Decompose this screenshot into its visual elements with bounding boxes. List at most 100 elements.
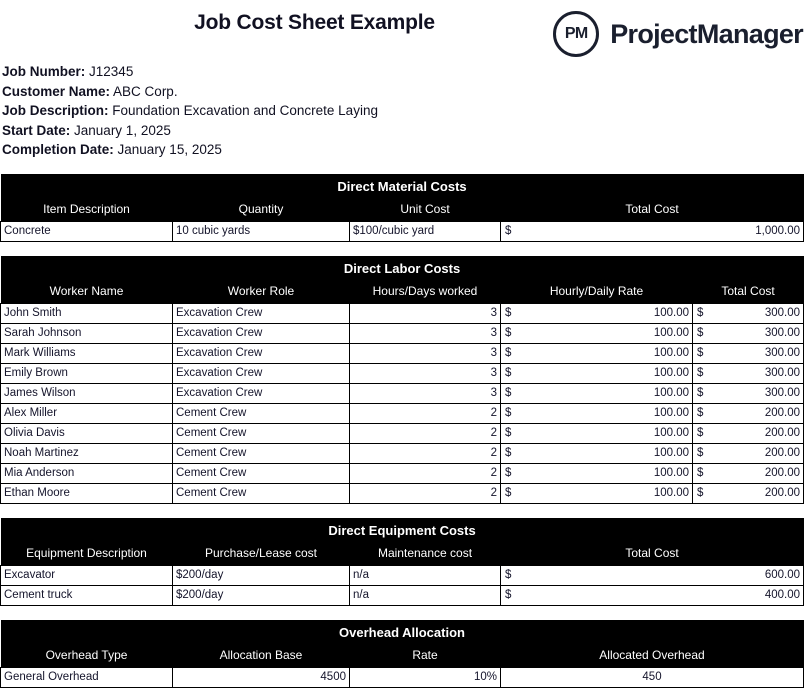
meta-value: January 15, 2025 (117, 142, 222, 157)
cell-total-cost[interactable]: 200.00 (691, 422, 805, 444)
cell-allocation-base[interactable]: 4500 (172, 666, 350, 688)
meta-label: Start Date: (2, 122, 71, 138)
cell-total-cost[interactable]: 200.00 (691, 462, 805, 484)
table-row[interactable]: Mark WilliamsExcavation Crew3100.00300.0… (0, 342, 805, 364)
table-row[interactable]: Ethan MooreCement Crew2100.00200.00 (0, 482, 805, 504)
pm-circle-icon: PM (553, 11, 600, 57)
cell-hourly-daily-rate[interactable]: 100.00 (500, 442, 693, 464)
cell-hours-days-worked[interactable]: 2 (349, 442, 501, 464)
cell-unit-cost[interactable]: $100/cubic yard (349, 220, 501, 242)
cell-hours-days-worked[interactable]: 3 (349, 322, 501, 344)
cell-worker-name[interactable]: Mia Anderson (0, 462, 173, 484)
table-row[interactable]: Noah MartinezCement Crew2100.00200.00 (0, 442, 805, 464)
cell-hourly-daily-rate[interactable]: 100.00 (500, 362, 693, 384)
document-header: Job Cost Sheet Example PM ProjectManager (0, 0, 809, 68)
table-row[interactable]: Alex MillerCement Crew2100.00200.00 (0, 402, 805, 424)
cell-worker-name[interactable]: Noah Martinez (0, 442, 173, 464)
column-header-hourly-daily-rate: Hourly/Daily Rate (500, 280, 693, 303)
cell-worker-role[interactable]: Cement Crew (172, 462, 350, 484)
cell-equipment-description[interactable]: Cement truck (0, 584, 173, 606)
cell-worker-role[interactable]: Excavation Crew (172, 342, 350, 364)
cell-maintenance-cost[interactable]: n/a (349, 584, 501, 606)
cell-total-cost[interactable]: 200.00 (691, 442, 805, 464)
cell-quantity[interactable]: 10 cubic yards (172, 220, 350, 242)
cell-hourly-daily-rate[interactable]: 100.00 (500, 422, 693, 444)
cell-total-cost[interactable]: 300.00 (691, 362, 805, 384)
table-row[interactable]: John SmithExcavation Crew3100.00300.00 (0, 302, 805, 324)
cell-total-cost[interactable]: 600.00 (499, 564, 805, 586)
job-meta-block: Job Number: J12345 Customer Name: ABC Co… (0, 62, 809, 160)
table-row[interactable]: James WilsonExcavation Crew3100.00300.00 (0, 382, 805, 404)
table-row[interactable]: Cement truck$200/dayn/a400.00 (0, 584, 805, 606)
section-title: Direct Labor Costs (0, 255, 804, 281)
table-row[interactable]: General Overhead 4500 10% 450 (0, 666, 804, 688)
cell-hours-days-worked[interactable]: 2 (349, 482, 501, 504)
cell-total-cost[interactable]: 300.00 (691, 302, 805, 324)
cell-hourly-daily-rate[interactable]: 100.00 (500, 342, 693, 364)
cell-worker-role[interactable]: Excavation Crew (172, 362, 350, 384)
cell-worker-role[interactable]: Cement Crew (172, 402, 350, 424)
cell-purchase-lease-cost[interactable]: $200/day (172, 564, 350, 586)
cell-worker-name[interactable]: Alex Miller (0, 402, 173, 424)
cell-total-cost[interactable]: 200.00 (691, 402, 805, 424)
column-header-item-description: Item Description (0, 198, 173, 221)
cell-equipment-description[interactable]: Excavator (0, 564, 173, 586)
table-row[interactable]: Concrete 10 cubic yards $100/cubic yard … (0, 220, 805, 242)
cell-worker-name[interactable]: James Wilson (0, 382, 173, 404)
cell-worker-role[interactable]: Cement Crew (172, 422, 350, 444)
section-title: Direct Equipment Costs (0, 517, 804, 543)
cell-purchase-lease-cost[interactable]: $200/day (172, 584, 350, 606)
cell-worker-role[interactable]: Excavation Crew (172, 382, 350, 404)
cell-worker-name[interactable]: Mark Williams (0, 342, 173, 364)
cell-worker-role[interactable]: Cement Crew (172, 442, 350, 464)
cell-total-cost[interactable]: 200.00 (691, 482, 805, 504)
column-header-maintenance-cost: Maintenance cost (349, 542, 501, 565)
cell-hours-days-worked[interactable]: 3 (349, 302, 501, 324)
cell-hours-days-worked[interactable]: 2 (349, 462, 501, 484)
section-direct-labor-costs: Direct Labor Costs Worker Name Worker Ro… (0, 255, 809, 504)
meta-row-customer-name: Customer Name: ABC Corp. (2, 82, 809, 102)
cell-allocated-overhead[interactable]: 450 (500, 666, 804, 688)
column-header-allocated-overhead: Allocated Overhead (500, 644, 804, 667)
cell-worker-name[interactable]: Emily Brown (0, 362, 173, 384)
cell-worker-name[interactable]: Olivia Davis (0, 422, 173, 444)
cell-total-cost[interactable]: 300.00 (691, 342, 805, 364)
cell-hourly-daily-rate[interactable]: 100.00 (500, 482, 693, 504)
cell-hours-days-worked[interactable]: 2 (349, 422, 501, 444)
table-row[interactable]: Mia AndersonCement Crew2100.00200.00 (0, 462, 805, 484)
cell-hourly-daily-rate[interactable]: 100.00 (500, 402, 693, 424)
cell-worker-role[interactable]: Excavation Crew (172, 302, 350, 324)
projectmanager-logo: PM ProjectManager (553, 11, 804, 57)
cell-hours-days-worked[interactable]: 3 (349, 342, 501, 364)
column-header-allocation-base: Allocation Base (172, 644, 350, 667)
cell-hourly-daily-rate[interactable]: 100.00 (500, 462, 693, 484)
cell-hourly-daily-rate[interactable]: 100.00 (500, 322, 693, 344)
meta-label: Completion Date: (2, 142, 114, 157)
cell-total-cost[interactable]: 300.00 (691, 382, 805, 404)
cell-total-cost[interactable]: 1,000.00 (499, 220, 805, 242)
table-row[interactable]: Emily BrownExcavation Crew3100.00300.00 (0, 362, 805, 384)
table-row[interactable]: Olivia DavisCement Crew2100.00200.00 (0, 422, 805, 444)
cell-worker-name[interactable]: Sarah Johnson (0, 322, 173, 344)
cell-rate[interactable]: 10% (349, 666, 501, 688)
cell-hours-days-worked[interactable]: 2 (349, 402, 501, 424)
meta-row-job-description: Job Description: Foundation Excavation a… (2, 101, 809, 121)
cell-worker-name[interactable]: John Smith (0, 302, 173, 324)
cell-total-cost[interactable]: 400.00 (499, 584, 805, 606)
cell-maintenance-cost[interactable]: n/a (349, 564, 501, 586)
cell-worker-role[interactable]: Excavation Crew (172, 322, 350, 344)
cell-worker-role[interactable]: Cement Crew (172, 482, 350, 504)
cell-overhead-type[interactable]: General Overhead (0, 666, 173, 688)
cell-hourly-daily-rate[interactable]: 100.00 (500, 382, 693, 404)
column-header-hours-days-worked: Hours/Days worked (349, 280, 501, 303)
table-row[interactable]: Excavator$200/dayn/a600.00 (0, 564, 805, 586)
cell-hourly-daily-rate[interactable]: 100.00 (500, 302, 693, 324)
cell-hours-days-worked[interactable]: 3 (349, 362, 501, 384)
cell-worker-name[interactable]: Ethan Moore (0, 482, 173, 504)
section-direct-material-costs: Direct Material Costs Item Description Q… (0, 173, 809, 242)
cell-hours-days-worked[interactable]: 3 (349, 382, 501, 404)
cell-item-description[interactable]: Concrete (0, 220, 173, 242)
table-row[interactable]: Sarah JohnsonExcavation Crew3100.00300.0… (0, 322, 805, 344)
cell-total-cost[interactable]: 300.00 (691, 322, 805, 344)
section-title: Overhead Allocation (0, 619, 804, 645)
